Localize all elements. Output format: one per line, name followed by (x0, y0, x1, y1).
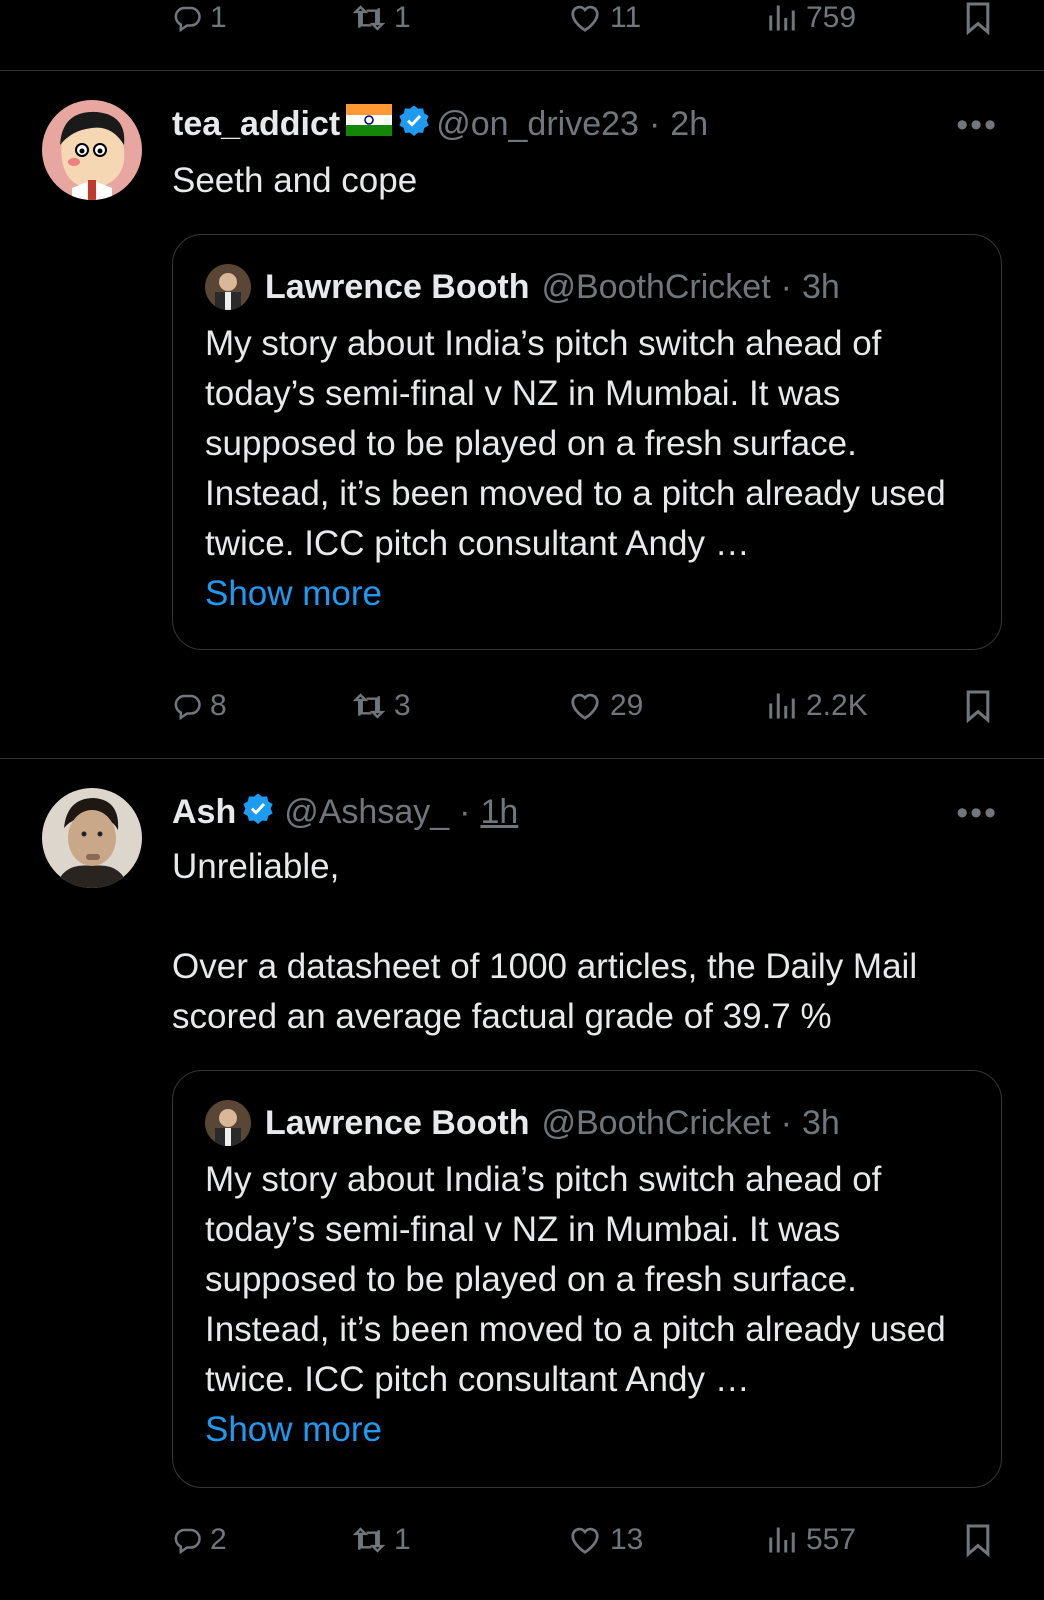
reply-icon (174, 1528, 201, 1555)
divider (0, 758, 1044, 759)
tweet-text-line: Unreliable, (172, 847, 340, 886)
bookmark-icon (966, 1524, 990, 1557)
quoted-display-name: Lawrence Booth (265, 1103, 530, 1142)
views-icon (769, 5, 795, 31)
tweet-actions: 8 3 29 2.2K (172, 682, 1002, 730)
separator-dot: · (648, 104, 661, 143)
views-button[interactable]: 759 (766, 1, 856, 35)
bookmark-button[interactable] (964, 689, 992, 723)
avatar[interactable] (42, 788, 142, 888)
show-more-link[interactable]: Show more (205, 569, 975, 619)
retweet-icon (352, 693, 386, 719)
quoted-tweet[interactable]: Lawrence Booth @BoothCricket · 3h My sto… (172, 1070, 1002, 1488)
display-name[interactable]: Ash (172, 793, 236, 832)
like-button[interactable]: 11 (568, 1, 641, 35)
tweet-text: Unreliable, Over a datasheet of 1000 art… (172, 842, 1002, 1042)
tweet-header: tea_addict @on_drive23 · 2h (172, 100, 708, 148)
retweet-button[interactable]: 3 (352, 689, 411, 723)
views-icon (769, 1527, 795, 1553)
views-count: 759 (806, 1, 857, 34)
separator-dot: · (780, 1103, 792, 1142)
views-icon (769, 693, 795, 719)
timestamp[interactable]: 1h (480, 793, 518, 832)
reply-icon (174, 694, 201, 721)
separator-dot: · (459, 792, 471, 831)
quoted-tweet[interactable]: Lawrence Booth @BoothCricket · 3h My sto… (172, 234, 1002, 650)
verified-badge-icon (398, 104, 430, 145)
retweet-button[interactable]: 1 (352, 1523, 411, 1557)
tweet-text-line: Over a datasheet of 1000 articles, the D… (172, 947, 918, 1036)
reply-count: 2 (210, 1523, 227, 1556)
quoted-tweet-text: My story about India’s pitch switch ahea… (205, 1155, 975, 1455)
views-count: 2.2K (806, 689, 868, 722)
quoted-timestamp: 3h (801, 267, 840, 306)
like-button[interactable]: 13 (568, 1523, 643, 1557)
heart-icon (571, 1527, 599, 1554)
reply-count: 1 (210, 1, 227, 34)
retweet-count: 3 (394, 689, 411, 722)
views-button[interactable]: 557 (766, 1523, 856, 1557)
quoted-tweet-header: Lawrence Booth @BoothCricket · 3h (205, 1097, 840, 1149)
verified-badge-icon (242, 792, 274, 833)
timestamp[interactable]: 2h (670, 105, 708, 144)
quoted-text-body: My story about India’s pitch switch ahea… (205, 324, 946, 563)
reply-button[interactable]: 1 (172, 1, 227, 35)
bookmark-button[interactable] (964, 1523, 992, 1557)
handle[interactable]: @Ashsay_ (284, 793, 449, 832)
bookmark-button[interactable] (964, 1, 992, 35)
quoted-handle: @BoothCricket (541, 1103, 771, 1142)
views-count: 557 (806, 1523, 857, 1556)
top-action-bar: 1 1 11 759 (172, 0, 1002, 42)
tweet-text: Seeth and cope (172, 161, 418, 200)
india-flag-icon (346, 103, 393, 145)
reply-button[interactable]: 2 (172, 1523, 227, 1557)
reply-count: 8 (210, 689, 227, 722)
reply-icon (174, 6, 201, 33)
retweet-icon (352, 1527, 386, 1553)
views-button[interactable]: 2.2K (766, 689, 868, 723)
separator-dot: · (780, 267, 792, 306)
display-name[interactable]: tea_addict (172, 105, 340, 144)
tweet-header: Ash @Ashsay_ · 1h (172, 788, 518, 836)
heart-icon (571, 5, 599, 32)
avatar[interactable] (42, 100, 142, 200)
quoted-display-name: Lawrence Booth (265, 267, 530, 306)
like-button[interactable]: 29 (568, 689, 643, 723)
quoted-avatar (205, 264, 251, 310)
retweet-count: 1 (394, 1, 411, 34)
handle[interactable]: @on_drive23 (436, 105, 639, 144)
retweet-count: 1 (394, 1523, 411, 1556)
show-more-link[interactable]: Show more (205, 1405, 975, 1455)
like-count: 29 (610, 689, 644, 722)
bookmark-icon (966, 2, 990, 35)
reply-button[interactable]: 8 (172, 689, 227, 723)
more-options-button[interactable]: ••• (956, 794, 998, 833)
like-count: 11 (610, 1, 642, 34)
retweet-button[interactable]: 1 (352, 1, 411, 35)
avatar-cartoon-icon (42, 100, 142, 200)
bookmark-icon (966, 690, 990, 723)
like-count: 13 (610, 1523, 644, 1556)
quoted-tweet-text: My story about India’s pitch switch ahea… (205, 319, 975, 619)
divider (0, 70, 1044, 71)
tweet-actions: 2 1 13 557 (172, 1516, 1002, 1564)
quoted-timestamp: 3h (801, 1103, 840, 1142)
avatar-photo-icon (42, 788, 142, 888)
quoted-text-body: My story about India’s pitch switch ahea… (205, 1160, 946, 1399)
more-options-button[interactable]: ••• (956, 106, 998, 145)
quoted-avatar (205, 1100, 251, 1146)
retweet-icon (352, 5, 386, 31)
heart-icon (571, 693, 599, 720)
quoted-tweet-header: Lawrence Booth @BoothCricket · 3h (205, 261, 840, 313)
quoted-handle: @BoothCricket (541, 267, 771, 306)
